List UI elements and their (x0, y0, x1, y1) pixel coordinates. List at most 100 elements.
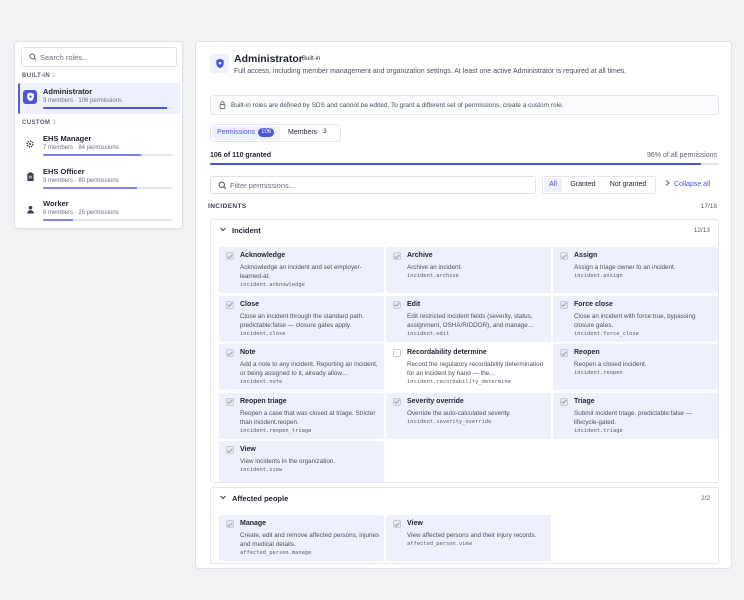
permission-key: incident.view (240, 467, 283, 473)
permission-description: Override the auto-calculated severity. (407, 409, 511, 417)
checkmark-icon (394, 521, 400, 527)
checkbox-checked[interactable] (393, 520, 401, 528)
permission-filter-box[interactable] (210, 176, 536, 194)
role-progress-fill (43, 107, 168, 109)
role-search-box[interactable] (21, 47, 177, 67)
permission-card[interactable]: Reopen triage Reopen a case that was clos… (219, 392, 384, 439)
permission-card[interactable]: Acknowledge Acknowledge an incident and s… (219, 247, 384, 293)
permission-card[interactable]: Close Close an incident through the stand… (219, 295, 384, 342)
notice-text: Built-in roles are defined by SDS and ca… (231, 101, 564, 109)
role-progress-fill (43, 154, 142, 156)
permission-card[interactable]: Assign Assign a triage owner to an incide… (553, 247, 718, 293)
permission-key: affected_person.manage (240, 550, 312, 556)
role-detail-panel: Administrator Built-in Full access, incl… (195, 41, 732, 569)
permission-name: Reopen (574, 349, 600, 356)
permission-card[interactable]: Manage Create, edit and remove affected p… (219, 515, 384, 561)
chevron-down-icon (220, 495, 226, 500)
chevron-down-icon (220, 227, 226, 232)
permission-name: Triage (574, 397, 595, 405)
permission-card[interactable]: Force close Close an incident with force:… (553, 295, 718, 342)
permission-name: Acknowledge (240, 252, 286, 259)
checkbox-checked[interactable] (226, 252, 234, 260)
permission-group-affected-people: Affected people 2/2 Manage Create, edit a… (210, 487, 719, 564)
permission-description: Edit restricted incident fields (severit… (407, 312, 535, 329)
checkbox-unchecked[interactable] (393, 349, 401, 357)
checkbox-checked[interactable] (560, 397, 568, 406)
chevron-right-icon (665, 180, 670, 186)
role-item-ehs-manager[interactable]: EHS Manager 7 members · 84 permissions (18, 130, 181, 161)
tab-count-badge: 3 (323, 129, 327, 135)
checkbox-checked[interactable] (226, 397, 234, 406)
group-header[interactable]: Affected people 2/2 (211, 488, 718, 510)
checkbox-checked[interactable] (560, 252, 568, 260)
permission-name: Close (240, 300, 260, 308)
permission-key: incident.severity_override (407, 418, 492, 425)
builtin-count: 1 (52, 73, 56, 79)
permission-key: incident.recordability_determine (407, 379, 511, 385)
tab-permissions[interactable]: Permissions 106 (212, 126, 280, 140)
permission-description: View incidents in the organization. (240, 458, 336, 465)
permission-name: Reopen triage (240, 397, 287, 405)
permission-key: affected_person.view (407, 541, 472, 547)
permission-name: View (407, 520, 423, 527)
page-title: Administrator (234, 53, 303, 65)
checkbox-checked[interactable] (393, 252, 401, 260)
checkbox-checked[interactable] (226, 446, 234, 454)
filter-not-granted[interactable]: Not granted (603, 178, 653, 192)
role-item-ehs-officer[interactable]: EHS Officer 3 members · 80 permissions (18, 163, 181, 194)
group-header[interactable]: Incident 12/13 (211, 220, 718, 242)
tab-members[interactable]: Members 3 (283, 126, 339, 140)
collapse-all-button[interactable]: Collapse all (665, 180, 710, 188)
permission-card[interactable]: Severity override Override the auto-calcu… (386, 392, 551, 439)
permission-description: Add a note to any incident. Reporting an… (240, 361, 378, 377)
checkmark-icon (227, 447, 233, 453)
role-meta: 8 members · 25 permissions (43, 210, 119, 216)
checkmark-icon (227, 253, 233, 259)
permission-filter-input[interactable] (230, 178, 530, 193)
checkmark-icon (227, 399, 233, 404)
role-progress-fill (43, 219, 73, 221)
permission-description: Submit incident triage. predictable:fals… (574, 409, 692, 426)
checkmark-icon (227, 302, 233, 307)
checkbox-checked[interactable] (393, 397, 401, 406)
permission-name: Note (240, 349, 256, 356)
tab-label: Members (288, 129, 318, 136)
filter-all[interactable]: All (544, 178, 562, 192)
search-icon (218, 181, 227, 190)
custom-group-label: CUSTOM 3 (22, 120, 57, 126)
filter-granted[interactable]: Granted (565, 178, 601, 192)
permission-name: Force close (574, 300, 613, 308)
permission-key: incident.reopen (574, 370, 623, 376)
role-meta: 3 members · 106 permissions (43, 98, 123, 104)
permission-name: Manage (240, 520, 267, 527)
group-name: Incident (232, 226, 261, 235)
role-search-input[interactable] (40, 50, 174, 65)
checkbox-checked[interactable] (393, 300, 401, 309)
permission-description: Acknowledge an incident and set employer… (240, 264, 362, 280)
role-item-administrator[interactable]: Administrator 3 members · 106 permission… (18, 83, 181, 114)
checkbox-checked[interactable] (226, 520, 234, 528)
permission-card[interactable]: View View affected persons and their inju… (386, 515, 551, 561)
permission-description: Record the regulatory recordability dete… (407, 361, 544, 377)
checkbox-checked[interactable] (560, 300, 568, 309)
checkbox-checked[interactable] (560, 349, 568, 357)
checkbox-checked[interactable] (226, 300, 234, 309)
permission-card[interactable]: Reopen Reopen a closed incident. incident.… (553, 344, 718, 390)
permission-description: Reopen a case that was closed at triage.… (240, 409, 376, 426)
permission-card[interactable]: Edit Edit restricted incident fields (sev… (386, 295, 551, 342)
permission-card[interactable]: Recordability determine Record the regula… (386, 344, 551, 390)
role-item-worker[interactable]: Worker 8 members · 25 permissions (18, 195, 181, 226)
permission-card[interactable]: Archive Archive an incident. incident.arch… (386, 247, 551, 293)
permission-key: incident.archive (407, 273, 459, 279)
permission-card[interactable]: Note Add a note to any incident. Reportin… (219, 344, 384, 390)
clipboard-icon (23, 170, 37, 184)
permission-card[interactable]: Triage Submit incident triage. predictabl… (553, 392, 718, 439)
permission-card[interactable]: View View incidents in the organization. i… (219, 441, 384, 482)
checkbox-checked[interactable] (226, 349, 234, 357)
permission-key: incident.close (240, 330, 286, 337)
granted-summary: 106 of 110 granted (210, 152, 272, 159)
granted-progress-fill (210, 163, 701, 165)
role-progress-bar (43, 154, 172, 156)
person-icon (23, 202, 37, 216)
role-progress-fill (43, 187, 138, 189)
